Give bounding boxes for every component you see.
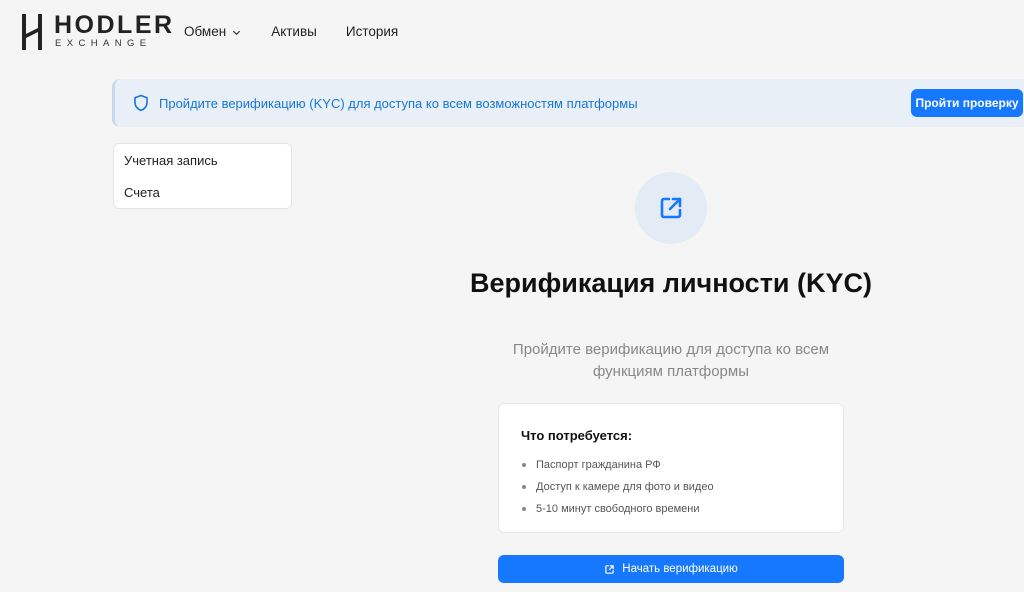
main-nav: Обмен Активы История: [184, 22, 398, 42]
external-link-icon: [605, 564, 615, 574]
nav-item-history[interactable]: История: [346, 22, 398, 42]
sidebar-item-account[interactable]: Учетная запись: [124, 152, 218, 170]
list-item: 5-10 минут свободного времени: [521, 498, 714, 520]
nav-item-label: Обмен: [184, 24, 227, 39]
brand-subtitle: EXCHANGE: [55, 38, 152, 49]
requirements-card: Что потребуется: Паспорт гражданина РФ Д…: [498, 403, 844, 533]
kyc-banner: Пройдите верификацию (KYC) для доступа к…: [112, 79, 1024, 127]
page-title: Верификация личности (KYC): [470, 268, 873, 298]
brand-logo-mark-icon: [22, 14, 42, 50]
shield-icon: [134, 94, 148, 112]
chevron-down-icon: [233, 30, 241, 35]
start-button-label: Начать верификацию: [622, 563, 738, 575]
requirements-title: Что потребуется:: [521, 428, 633, 443]
banner-message: Пройдите верификацию (KYC) для доступа к…: [159, 96, 638, 111]
nav-item-label: История: [345, 24, 399, 39]
top-header: HODLER EXCHANGE Обмен Активы История: [0, 0, 1024, 64]
list-item: Паспорт гражданина РФ: [521, 454, 714, 476]
start-check-button[interactable]: Пройти проверку: [911, 89, 1023, 117]
nav-item-assets[interactable]: Активы: [271, 22, 317, 42]
brand-logo[interactable]: HODLER EXCHANGE: [22, 12, 172, 52]
start-verification-button[interactable]: Начать верификацию: [498, 555, 844, 583]
sidebar: Учетная запись Счета: [113, 143, 292, 209]
brand-name: HODLER: [54, 11, 175, 39]
page-subtitle: Пройдите верификацию для доступа ко всем…: [512, 341, 830, 380]
sidebar-item-accounts[interactable]: Счета: [124, 184, 160, 202]
list-item: Доступ к камере для фото и видео: [521, 476, 714, 498]
requirements-list: Паспорт гражданина РФ Доступ к камере дл…: [521, 454, 714, 520]
nav-item-label: Активы: [271, 24, 317, 39]
kyc-icon-circle: [635, 172, 707, 244]
nav-item-exchange[interactable]: Обмен: [184, 22, 241, 42]
external-link-icon: [660, 197, 682, 219]
